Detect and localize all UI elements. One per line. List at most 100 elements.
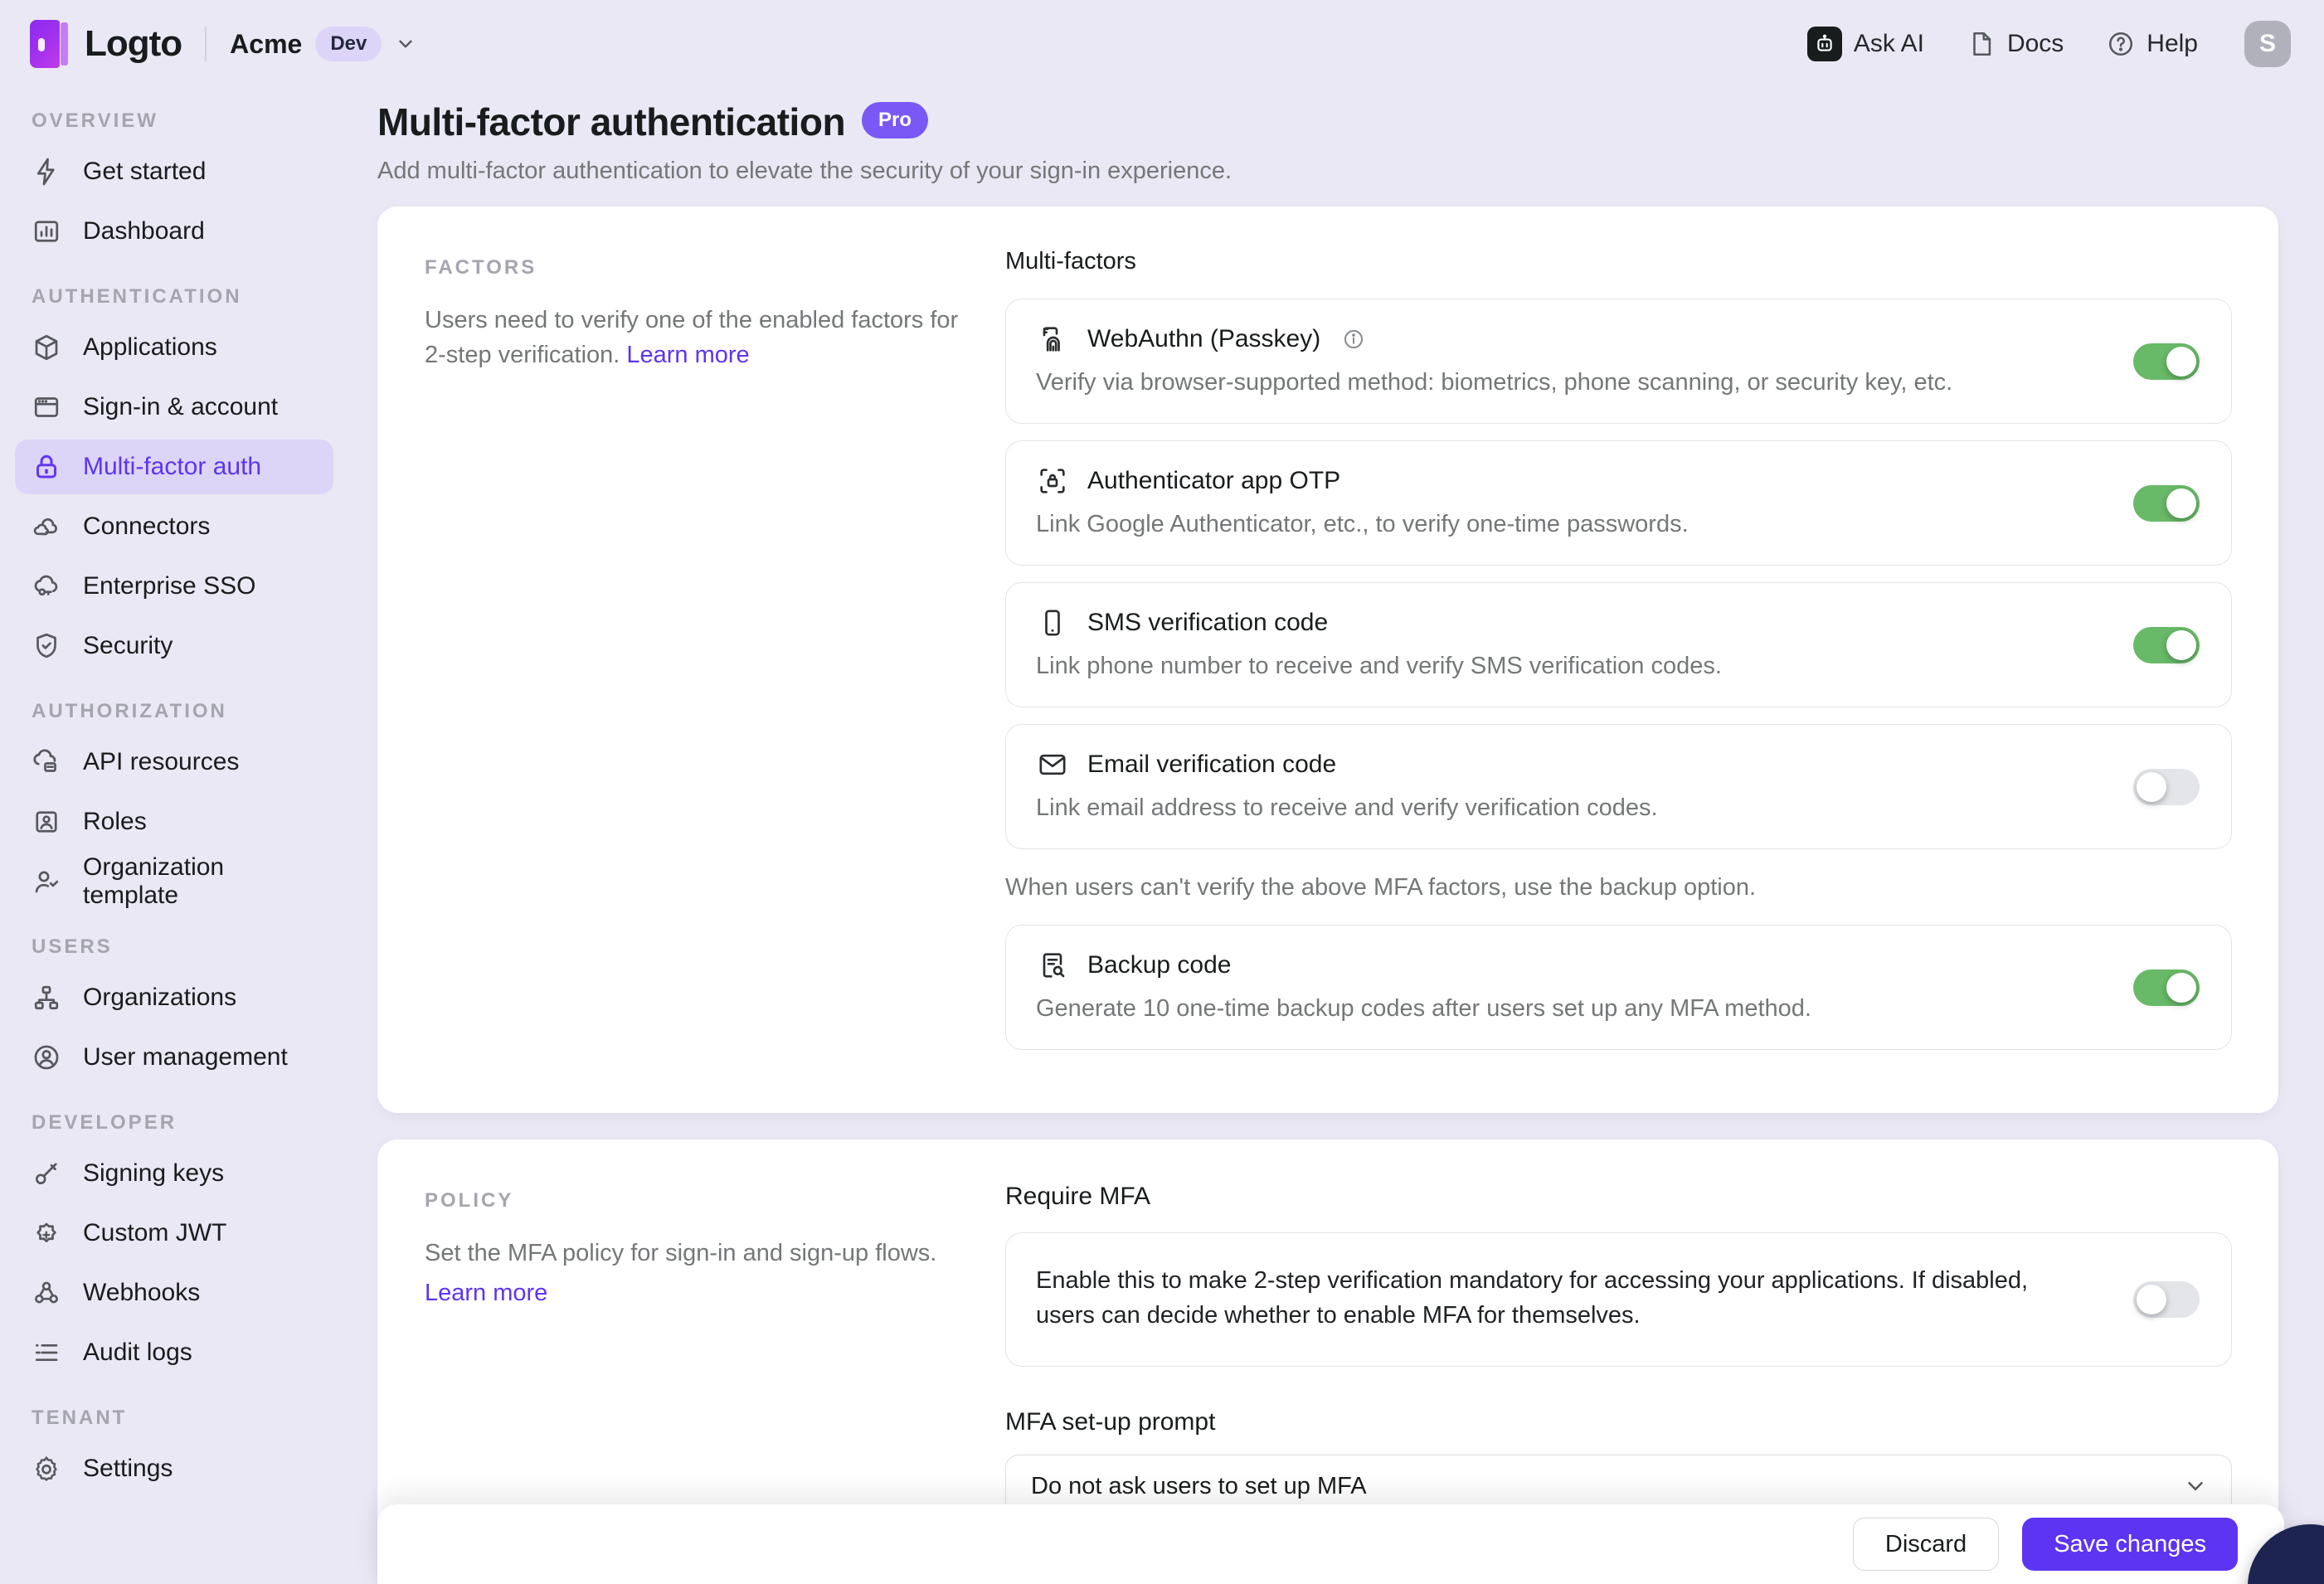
otp-scan-lock-icon [1036,464,1069,498]
topbar-divider [205,27,207,61]
authenticator-otp-toggle[interactable] [2133,485,2200,522]
docs-button[interactable]: Docs [1967,30,2064,58]
ask-ai-button[interactable]: Ask AI [1807,27,1924,61]
policy-section-description: Set the MFA policy for sign-in and sign-… [425,1236,964,1310]
factor-name: Email verification code [1087,751,1336,779]
save-changes-button[interactable]: Save changes [2022,1518,2238,1571]
page-subtitle: Add multi-factor authentication to eleva… [377,158,2278,185]
factor-description: Verify via browser-supported method: bio… [1036,369,2098,396]
topbar-actions: Ask AI Docs Help S [1807,21,2291,67]
sidebar-item-dashboard[interactable]: Dashboard [15,204,333,259]
multi-factors-label: Multi-factors [1005,248,2232,275]
discard-button[interactable]: Discard [1853,1518,1999,1571]
factor-description: Link Google Authenticator, etc., to veri… [1036,511,2098,538]
main-content: Multi-factor authentication Pro Add multi… [348,88,2324,1584]
webhook-icon [32,1278,61,1308]
sidebar-item-multi-factor-auth[interactable]: Multi-factor auth [15,440,333,494]
sidebar-item-settings[interactable]: Settings [15,1441,333,1496]
sidebar-item-sign-in-account[interactable]: Sign-in & account [15,380,333,435]
sidebar-section-users: USERS Organizations User management [15,935,333,1085]
sidebar-item-label: User management [83,1043,288,1071]
sidebar-item-label: Multi-factor auth [83,453,261,481]
user-avatar[interactable]: S [2244,21,2291,67]
sidebar-item-label: Roles [83,808,147,836]
lightning-icon [32,157,61,187]
sidebar-item-security[interactable]: Security [15,619,333,673]
sidebar-section-overview: OVERVIEW Get started Dashboard [15,109,333,259]
sidebar-item-user-management[interactable]: User management [15,1030,333,1085]
person-check-icon [32,867,61,896]
logo-text: Logto [85,23,182,65]
sidebar-item-applications[interactable]: Applications [15,320,333,375]
id-card-icon [32,807,61,837]
sidebar-section-authorization: AUTHORIZATION API resources Roles Organi… [15,700,333,909]
sidebar-item-roles[interactable]: Roles [15,794,333,849]
sidebar-item-organizations[interactable]: Organizations [15,970,333,1025]
sidebar-item-label: Organizations [83,984,236,1012]
tenant-selector[interactable]: Acme Dev [230,27,416,61]
sidebar-item-audit-logs[interactable]: Audit logs [15,1325,333,1380]
tenant-name: Acme [230,29,302,60]
sidebar-item-label: Security [83,632,173,660]
section-label: DEVELOPER [32,1111,333,1135]
factor-name: WebAuthn (Passkey) [1087,325,1320,353]
mfa-setup-prompt-label: MFA set-up prompt [1005,1408,2232,1436]
factors-card-left: FACTORS Users need to verify one of the … [425,243,1005,1067]
policy-section-label: POLICY [425,1189,1005,1212]
backup-code-toggle[interactable] [2133,969,2200,1006]
sidebar-item-get-started[interactable]: Get started [15,144,333,199]
factor-sms: SMS verification code Link phone number … [1005,582,2232,707]
browser-window-icon [32,392,61,422]
sidebar-section-developer: DEVELOPER Signing keys Custom JWT Webhoo… [15,1111,333,1380]
sidebar-section-authentication: AUTHENTICATION Applications Sign-in & ac… [15,285,333,673]
factors-card-right: Multi-factors WebAuthn (Passkey) Verify … [1005,243,2232,1067]
ask-ai-label: Ask AI [1854,30,1924,58]
shield-check-icon [32,631,61,661]
page-title: Multi-factor authentication [377,100,845,143]
require-mfa-description: Enable this to make 2-step verification … [1036,1263,2082,1333]
factor-name: Authenticator app OTP [1087,467,1340,495]
logo[interactable]: Logto [30,20,182,68]
policy-learn-more-link[interactable]: Learn more [425,1275,547,1310]
sidebar-item-webhooks[interactable]: Webhooks [15,1266,333,1320]
sidebar-item-connectors[interactable]: Connectors [15,499,333,554]
factor-description: Generate 10 one-time backup codes after … [1036,995,2098,1023]
section-label: TENANT [32,1407,333,1430]
sidebar-item-label: Custom JWT [83,1219,226,1247]
require-mfa-toggle[interactable] [2133,1281,2200,1318]
backup-note: When users can't verify the above MFA fa… [1005,874,2232,901]
list-icon [32,1338,61,1368]
sms-toggle[interactable] [2133,627,2200,663]
sidebar-item-custom-jwt[interactable]: Custom JWT [15,1206,333,1261]
sidebar-item-label: API resources [83,748,239,776]
topbar: Logto Acme Dev Ask AI Docs [0,0,2324,88]
info-icon[interactable] [1342,328,1365,351]
email-toggle[interactable] [2133,769,2200,805]
sidebar-section-tenant: TENANT Settings [15,1407,333,1496]
page-header: Multi-factor authentication Pro Add multi… [377,100,2278,185]
sidebar-item-signing-keys[interactable]: Signing keys [15,1146,333,1201]
require-mfa-label: Require MFA [1005,1183,2232,1211]
factors-learn-more-link[interactable]: Learn more [626,342,749,368]
section-label: USERS [32,935,333,959]
sidebar-item-label: Enterprise SSO [83,572,255,600]
sidebar-item-label: Organization template [83,853,317,910]
gear-icon [32,1454,61,1484]
sidebar-item-organization-template[interactable]: Organization template [15,854,333,909]
factor-name: Backup code [1087,951,1231,979]
sidebar-item-enterprise-sso[interactable]: Enterprise SSO [15,559,333,614]
ask-ai-icon [1807,27,1842,61]
sidebar-item-api-resources[interactable]: API resources [15,735,333,790]
webauthn-toggle[interactable] [2133,343,2200,380]
help-button[interactable]: Help [2107,30,2198,58]
sidebar-item-label: Settings [83,1455,173,1483]
phone-icon [1036,606,1069,639]
save-bar: Discard Save changes [377,1504,2284,1584]
chevron-down-icon [395,33,416,55]
pro-badge: Pro [862,102,928,138]
connectors-icon [32,512,61,542]
backup-code-icon [1036,949,1069,982]
chevron-down-icon [2183,1474,2208,1499]
app-root: Logto Acme Dev Ask AI Docs [0,0,2324,1584]
section-label: AUTHENTICATION [32,285,333,309]
